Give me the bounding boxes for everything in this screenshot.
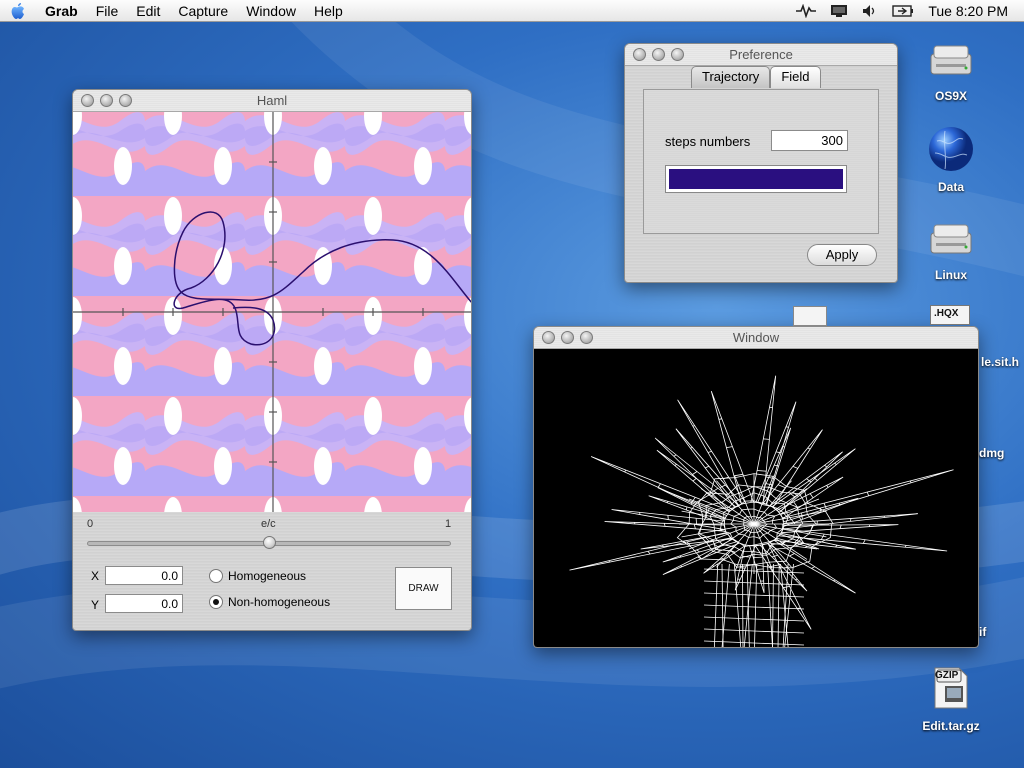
desktop-partial-label-gif[interactable]: if [979, 625, 986, 639]
minimize-button[interactable] [100, 94, 113, 107]
menu-file[interactable]: File [87, 0, 128, 22]
slider-label: e/c [261, 518, 276, 530]
x-input[interactable] [105, 566, 183, 585]
apple-menu-icon[interactable] [0, 0, 36, 22]
desktop-partial-label-dmg[interactable]: dmg [979, 446, 1004, 460]
y-input[interactable] [105, 594, 183, 613]
hard-drive-icon [930, 45, 972, 75]
desktop-icon-data[interactable]: Data [911, 125, 991, 194]
menu-edit[interactable]: Edit [127, 0, 169, 22]
wireframe-surface [569, 375, 954, 647]
homogeneous-label[interactable]: Homogeneous [228, 569, 306, 583]
hqx-badge: .HQX [934, 308, 959, 319]
minimize-button[interactable] [652, 48, 665, 61]
phase-plot[interactable] [73, 112, 471, 512]
haml-titlebar[interactable]: Haml [73, 90, 471, 112]
minimize-button[interactable] [561, 331, 574, 344]
desktop-icon-label: Data [937, 180, 964, 194]
draw-button[interactable]: DRAW [395, 567, 452, 610]
haml-window-title: Haml [256, 93, 288, 108]
zoom-button[interactable] [580, 331, 593, 344]
trajectory-color-fill [669, 169, 843, 189]
desktop-icon-label: OS9X [934, 89, 967, 103]
non-homogeneous-label[interactable]: Non-homogeneous [228, 595, 330, 609]
wireframe-canvas[interactable] [534, 349, 978, 647]
close-button[interactable] [633, 48, 646, 61]
menu-capture[interactable]: Capture [169, 0, 237, 22]
homogeneous-radio[interactable] [209, 569, 223, 583]
desktop-icon-linux[interactable]: Linux [911, 215, 991, 282]
preference-window-title: Preference [729, 47, 793, 62]
close-button[interactable] [542, 331, 555, 344]
preference-window: Preference Trajectory Field steps number… [624, 43, 898, 283]
y-label: Y [91, 598, 100, 612]
menu-clock[interactable]: Tue 8:20 PM [928, 3, 1008, 19]
apply-button[interactable]: Apply [807, 244, 877, 266]
hard-drive-icon [930, 224, 972, 254]
tab-field[interactable]: Field [770, 66, 821, 88]
slider-max-label: 1 [445, 518, 452, 530]
desktop-icon-edit-tar-gz[interactable]: GZIP Edit.tar.gz [911, 664, 991, 733]
slider-min-label: 0 [87, 518, 94, 530]
desktop-partial-label-sit[interactable]: le.sit.h [981, 355, 1019, 369]
steps-input[interactable] [771, 130, 848, 151]
desktop-icon-label: Linux [935, 268, 967, 282]
tab-trajectory[interactable]: Trajectory [691, 66, 771, 88]
phase-plot-canvas [73, 112, 471, 512]
speaker-icon[interactable] [862, 4, 878, 18]
display-icon[interactable] [830, 4, 848, 18]
desktop-icon-os9x[interactable]: OS9X [911, 36, 991, 103]
preference-titlebar[interactable]: Preference [625, 44, 897, 66]
globe-icon [929, 127, 973, 171]
trajectory-color-well[interactable] [665, 165, 847, 193]
zoom-button[interactable] [119, 94, 132, 107]
render-window-title: Window [732, 330, 780, 345]
menu-help[interactable]: Help [305, 0, 352, 22]
menu-app-name[interactable]: Grab [36, 0, 87, 22]
spark-icon[interactable] [796, 3, 817, 18]
menu-bar: Grab File Edit Capture Window Help Tue 8… [0, 0, 1024, 22]
hqx-file-icon[interactable]: .HQX [930, 305, 974, 327]
close-button[interactable] [81, 94, 94, 107]
x-label: X [91, 569, 100, 583]
haml-controls: 0 e/c 1 X Y Homogeneous Non-homogeneous … [73, 512, 471, 630]
steps-label: steps numbers [665, 134, 751, 149]
preference-tabs: Trajectory Field [691, 66, 821, 88]
menu-extras: Tue 8:20 PM [796, 3, 1024, 19]
non-homogeneous-radio[interactable] [209, 595, 223, 609]
ec-slider-thumb[interactable] [263, 536, 276, 549]
desktop-icon-label: Edit.tar.gz [922, 719, 980, 733]
trajectory-panel [643, 89, 879, 234]
render-titlebar[interactable]: Window [534, 327, 978, 349]
haml-window: Haml 0 e/c 1 X 0.0 Y 0.0 Homogeneous Non… [72, 89, 472, 631]
document-file-icon[interactable] [793, 306, 827, 326]
gzip-badge: GZIP [935, 670, 959, 681]
menu-window[interactable]: Window [237, 0, 305, 22]
battery-icon[interactable] [892, 4, 914, 18]
zoom-button[interactable] [671, 48, 684, 61]
render-window: Window [533, 326, 979, 648]
